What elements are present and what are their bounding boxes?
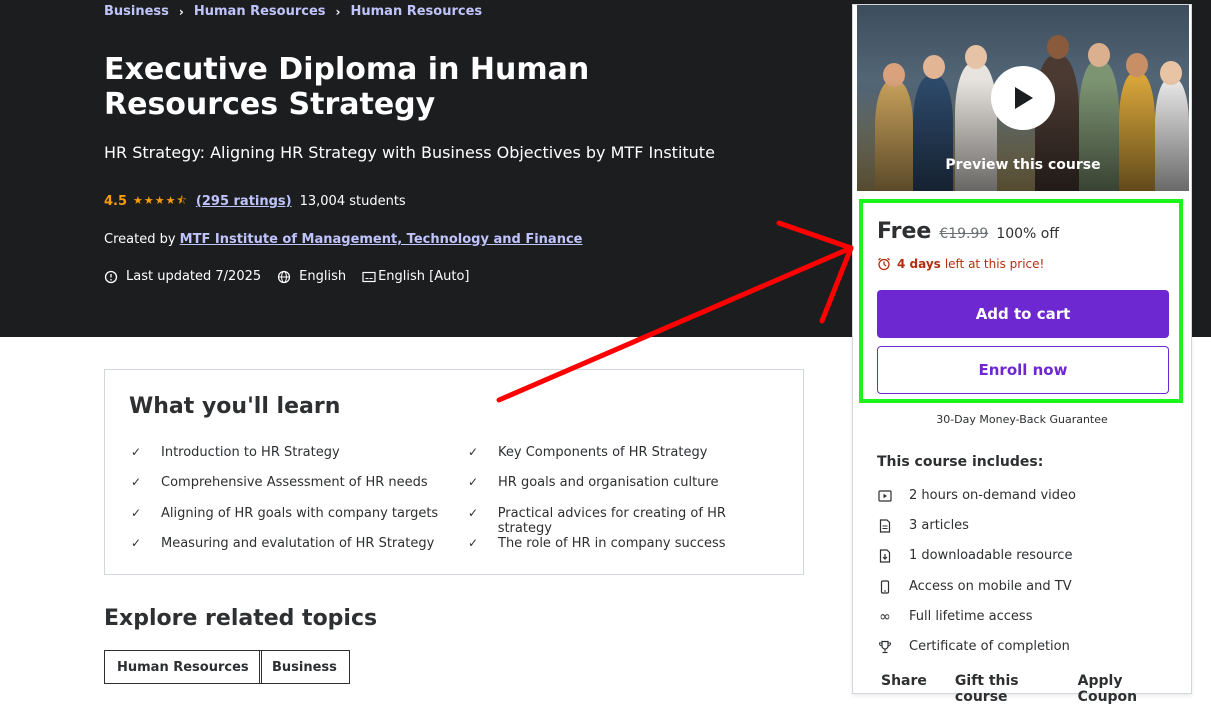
includes-title: This course includes: (877, 454, 1044, 470)
star-rating-icon: ★★★★⯪ (133, 194, 188, 207)
card-actions: Share Gift this course Apply Coupon (881, 673, 1191, 705)
learn-item-text: Measuring and evalutation of HR Strategy (161, 536, 435, 551)
learn-item: ✓ Introduction to HR Strategy (131, 445, 441, 460)
include-item: Access on mobile and TV (877, 579, 1072, 594)
breadcrumb-business[interactable]: Business (104, 4, 169, 19)
mobile-icon (877, 579, 893, 594)
check-icon: ✓ (468, 445, 479, 459)
include-item: 1 downloadable resource (877, 548, 1072, 563)
last-updated-text: Last updated 7/2025 (126, 269, 262, 284)
students-count: 13,004 students (299, 194, 406, 209)
topic-business[interactable]: Business (259, 650, 350, 684)
play-icon (1015, 87, 1033, 109)
learn-title: What you'll learn (129, 394, 341, 419)
preview-label: Preview this course (945, 157, 1101, 173)
alert-icon (104, 270, 118, 283)
include-text: Full lifetime access (909, 609, 1033, 624)
check-icon: ✓ (131, 445, 142, 459)
learn-item-text: Comprehensive Assessment of HR needs (161, 475, 428, 490)
course-title: Executive Diploma in Human Resources Str… (104, 52, 590, 122)
purchase-card: Preview this course Free €19.99 100% off… (852, 4, 1192, 705)
include-text: Certificate of completion (909, 639, 1070, 654)
last-updated: Last updated 7/2025 (104, 269, 261, 284)
rating-value: 4.5 (104, 194, 128, 209)
globe-icon (278, 270, 291, 283)
include-item: 3 articles (877, 518, 969, 533)
trophy-icon (877, 640, 893, 654)
captions: English [Auto] (362, 269, 470, 284)
learn-item: ✓ Key Components of HR Strategy (468, 445, 778, 460)
include-item: ∞ Full lifetime access (877, 609, 1032, 624)
video-icon (877, 489, 893, 502)
chevron-right-icon: › (178, 4, 184, 19)
money-back-guarantee: 30-Day Money-Back Guarantee (936, 413, 1108, 426)
include-item: 2 hours on-demand video (877, 488, 1076, 503)
include-text: 1 downloadable resource (909, 548, 1073, 563)
learn-item: ✓ Measuring and evalutation of HR Strateg… (131, 536, 441, 551)
original-price: €19.99 (939, 226, 989, 242)
gift-course-link[interactable]: Gift this course (955, 673, 1050, 705)
learn-item: ✓ HR goals and organisation culture (468, 475, 778, 490)
price-row: Free €19.99 100% off (877, 219, 1059, 244)
enroll-now-button[interactable]: Enroll now (877, 346, 1169, 394)
learn-item-text: The role of HR in company success (498, 536, 726, 551)
timer-days: 4 days (897, 257, 941, 271)
topic-human-resources[interactable]: Human Resources (104, 650, 262, 684)
check-icon: ✓ (131, 506, 142, 520)
infinity-icon: ∞ (879, 608, 891, 625)
share-link[interactable]: Share (881, 673, 927, 705)
include-text: Access on mobile and TV (909, 579, 1072, 594)
learn-item: ✓ Comprehensive Assessment of HR needs (131, 475, 441, 490)
breadcrumb-human-resources[interactable]: Human Resources (194, 4, 326, 19)
rating-row: 4.5 ★★★★⯪ (295 ratings) 13,004 students (104, 192, 406, 211)
learn-item-text: Key Components of HR Strategy (498, 445, 708, 460)
timer-text: left at this price! (944, 257, 1045, 271)
author-link[interactable]: MTF Institute of Management, Technology … (180, 232, 583, 247)
check-icon: ✓ (131, 475, 142, 489)
alarm-clock-icon (878, 257, 890, 271)
price-timer: 4 days left at this price! (877, 257, 1044, 271)
current-price: Free (877, 219, 932, 244)
apply-coupon-link[interactable]: Apply Coupon (1078, 673, 1163, 705)
check-icon: ✓ (131, 536, 142, 550)
play-button[interactable] (991, 66, 1055, 130)
ratings-link[interactable]: (295 ratings) (196, 194, 292, 209)
learn-item-text: HR goals and organisation culture (498, 475, 719, 490)
check-icon: ✓ (468, 536, 479, 550)
include-item: Certificate of completion (877, 639, 1070, 654)
include-text: 2 hours on-demand video (909, 488, 1076, 503)
check-icon: ✓ (468, 506, 479, 520)
captions-text: English [Auto] (378, 269, 470, 284)
language-text: English (299, 269, 347, 284)
include-text: 3 articles (909, 518, 969, 533)
course-preview-video[interactable]: Preview this course (857, 5, 1189, 191)
breadcrumb-human-resources-topic[interactable]: Human Resources (350, 4, 482, 19)
what-you-learn-box: What you'll learn ✓ Introduction to HR St… (104, 369, 804, 575)
check-icon: ✓ (468, 475, 479, 489)
captions-icon (362, 271, 376, 282)
add-to-cart-button[interactable]: Add to cart (877, 290, 1169, 338)
learn-item-text: Practical advices for creating of HR str… (497, 506, 726, 536)
learn-item-text: Aligning of HR goals with company target… (161, 506, 439, 521)
discount-percent: 100% off (996, 226, 1059, 242)
learn-item: ✓ The role of HR in company success (468, 536, 778, 551)
created-by: Created by MTF Institute of Management, … (104, 232, 582, 247)
related-topics-title: Explore related topics (104, 606, 378, 631)
learn-item-text: Introduction to HR Strategy (161, 445, 340, 460)
chevron-right-icon: › (335, 4, 341, 19)
download-icon (877, 548, 893, 563)
article-icon (877, 518, 893, 533)
learn-item: ✓ Practical advices for creating of HR st… (468, 506, 778, 536)
created-by-label: Created by (104, 232, 176, 247)
language: English (277, 269, 346, 284)
learn-item: ✓ Aligning of HR goals with company targe… (131, 506, 441, 521)
course-subtitle: HR Strategy: Aligning HR Strategy with B… (104, 143, 715, 162)
breadcrumb: Business › Human Resources › Human Resou… (104, 4, 482, 19)
course-meta: Last updated 7/2025 English English [Aut… (104, 269, 486, 284)
